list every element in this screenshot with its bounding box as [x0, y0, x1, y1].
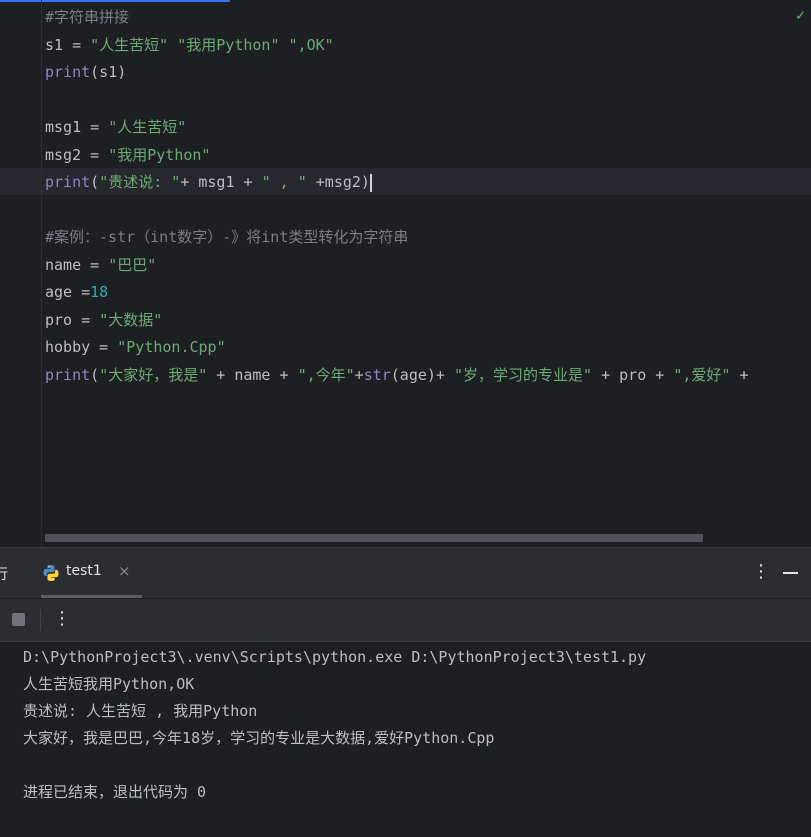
code-line[interactable]: hobby = "Python.Cpp": [45, 334, 226, 361]
horizontal-scrollbar[interactable]: [45, 534, 705, 543]
toolbar-more-icon[interactable]: ⋮: [53, 608, 71, 629]
code-token: "我用Python": [108, 145, 211, 164]
run-tool-window: 行 test1 × ⋮ ⋮ D:\PythonProject3\.venv\Sc…: [0, 548, 811, 837]
code-token: msg1 =: [45, 118, 109, 136]
code-token: (age)+: [390, 365, 454, 384]
text-caret: [369, 173, 372, 192]
code-line[interactable]: name = "巴巴": [45, 252, 156, 279]
code-token: (: [90, 365, 100, 384]
code-token: pro =: [45, 310, 100, 329]
code-token: print: [45, 173, 91, 191]
code-line[interactable]: print("贵述说: "+ msg1 + " , " +msg2): [45, 169, 372, 196]
inspection-ok-icon[interactable]: ✓: [796, 8, 805, 23]
code-token: + name +: [207, 365, 298, 384]
gutter-divider: [41, 0, 42, 547]
console-output[interactable]: D:\PythonProject3\.venv\Scripts\python.e…: [0, 641, 811, 837]
code-line[interactable]: msg1 = "人生苦短": [45, 114, 186, 141]
console-line: D:\PythonProject3\.venv\Scripts\python.e…: [23, 648, 647, 666]
code-line[interactable]: age =18: [45, 279, 108, 306]
code-token: +: [354, 365, 364, 384]
code-token: "人生苦短" "我用Python" ",OK": [90, 35, 334, 54]
code-token: print: [45, 63, 91, 81]
tab-test1[interactable]: test1 ×: [34, 548, 142, 598]
code-token: str: [363, 365, 391, 384]
code-line[interactable]: pro = "大数据": [45, 307, 162, 334]
code-token: #案例：-str（int数字）-》将int类型转化为字符串: [45, 228, 409, 246]
code-token: 18: [90, 283, 109, 301]
code-token: ",爱好": [673, 365, 731, 384]
python-icon: [43, 565, 59, 581]
code-token: "人生苦短": [108, 118, 187, 136]
code-line[interactable]: print(s1): [45, 59, 126, 86]
code-token: (: [90, 173, 100, 191]
code-token: hobby =: [45, 338, 118, 356]
code-token: "贵述说: ": [99, 173, 181, 191]
stop-icon[interactable]: [12, 613, 25, 626]
active-tab-underline: [41, 595, 142, 598]
console-line: 大家好，我是巴巴,今年18岁，学习的专业是大数据,爱好Python.Cpp: [23, 729, 495, 747]
run-panel-label: 行: [0, 567, 8, 583]
code-line[interactable]: #字符串拼接: [45, 4, 129, 31]
code-token: + pro +: [592, 365, 674, 384]
editor-tab-indicator: [0, 0, 230, 2]
code-line[interactable]: print("大家好，我是" + name + ",今年"+str(age)+ …: [45, 362, 749, 389]
code-token: (s1): [90, 63, 127, 81]
code-token: #字符串拼接: [45, 8, 130, 26]
close-icon[interactable]: ×: [118, 562, 131, 580]
code-token: ",今年": [297, 365, 355, 384]
run-tab-bar: 行 test1 × ⋮: [0, 548, 811, 599]
code-token: "大数据": [99, 310, 163, 329]
code-token: age =: [45, 283, 91, 301]
console-line: 贵述说: 人生苦短 , 我用Python: [23, 702, 258, 720]
console-line: 进程已结束，退出代码为 0: [23, 783, 207, 801]
code-line[interactable]: msg2 = "我用Python": [45, 142, 210, 169]
code-token: + msg1 +: [180, 173, 262, 191]
minimize-icon[interactable]: [783, 572, 798, 574]
scrollbar-thumb[interactable]: [45, 534, 703, 542]
code-line[interactable]: #案例：-str（int数字）-》将int类型转化为字符串: [45, 224, 408, 251]
more-options-icon[interactable]: ⋮: [752, 561, 770, 582]
code-line[interactable]: s1 = "人生苦短" "我用Python" ",OK": [45, 32, 334, 59]
code-token: +msg2): [306, 173, 370, 191]
console-line: 人生苦短我用Python,OK: [23, 675, 195, 693]
code-token: " , ": [261, 173, 307, 191]
run-toolbar: ⋮: [0, 599, 811, 641]
code-editor[interactable]: ✓ #字符串拼接 s1 = "人生苦短" "我用Python" ",OK" prin…: [0, 0, 811, 547]
toolbar-separator: [40, 609, 41, 631]
code-token: msg2 =: [45, 145, 109, 164]
code-token: s1 =: [45, 35, 91, 54]
tab-title: test1: [66, 563, 102, 579]
code-token: +: [730, 365, 749, 384]
code-token: name =: [45, 255, 109, 274]
code-token: "Python.Cpp": [117, 338, 226, 356]
code-token: "大家好，我是": [99, 365, 208, 384]
code-token: print: [45, 365, 91, 384]
code-token: "巴巴": [108, 255, 157, 274]
code-token: "岁，学习的专业是": [454, 365, 593, 384]
